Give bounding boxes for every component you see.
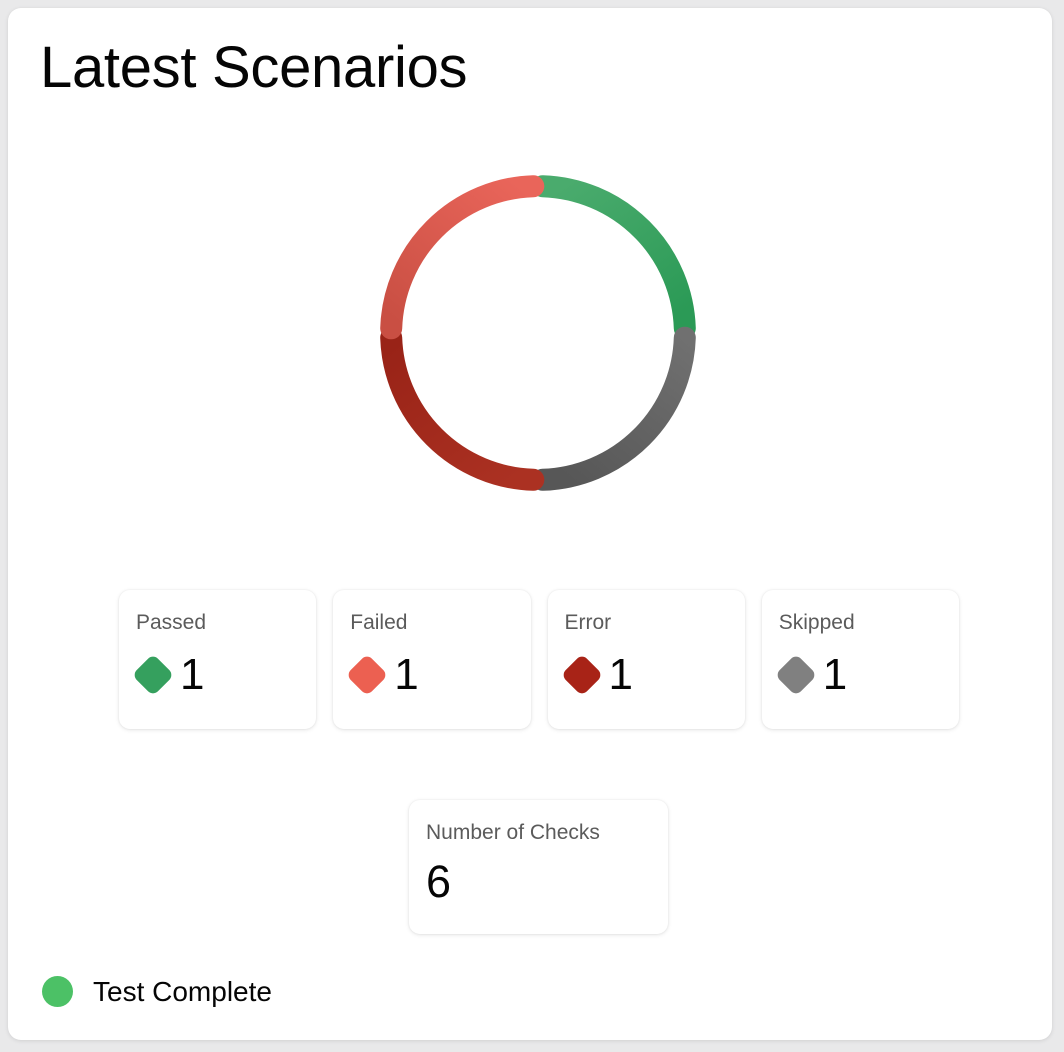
donut-segment-passed (531, 175, 696, 340)
scenario-donut-chart (370, 165, 706, 501)
status-label: Test Complete (93, 975, 272, 1007)
status-dot-icon (42, 976, 73, 1007)
stat-card-passed[interactable]: Passed 1 (119, 590, 317, 729)
number-of-checks-label: Number of Checks (426, 821, 600, 844)
stat-card-value: 1 (608, 650, 633, 700)
stat-card-skipped[interactable]: Skipped 1 (761, 590, 959, 729)
diamond-marker-icon (774, 653, 817, 697)
donut-segment-failed (380, 175, 545, 340)
diamond-marker-icon (346, 653, 389, 697)
latest-scenarios-panel: Latest Scenarios Passed 1 Failed 1 Error… (8, 8, 1052, 1040)
stat-card-row: Passed 1 Failed 1 Error 1 Skipped 1 (119, 590, 959, 729)
diamond-marker-icon (131, 653, 175, 697)
number-of-checks-card[interactable]: Number of Checks 6 (409, 800, 668, 934)
stat-card-value: 1 (394, 650, 419, 700)
stat-card-error[interactable]: Error 1 (547, 590, 745, 729)
stat-card-value-row: 1 (560, 650, 745, 700)
stat-card-failed[interactable]: Failed 1 (333, 590, 531, 729)
donut-svg (380, 175, 696, 491)
stat-card-value: 1 (180, 650, 205, 700)
stat-card-label: Failed (350, 611, 408, 634)
stat-card-label: Skipped (778, 611, 855, 634)
stat-card-label: Error (564, 611, 612, 634)
number-of-checks-value: 6 (426, 856, 452, 908)
stat-card-value-row: 1 (774, 650, 959, 700)
stat-card-value: 1 (822, 650, 848, 700)
donut-segment-error (380, 326, 545, 491)
stat-card-value-row: 1 (131, 650, 316, 700)
stat-card-label: Passed (136, 611, 207, 634)
page-title: Latest Scenarios (40, 35, 468, 100)
test-status: Test Complete (42, 976, 272, 1007)
donut-segment-skipped (531, 326, 696, 491)
diamond-marker-icon (560, 653, 603, 697)
stat-card-value-row: 1 (346, 650, 530, 700)
